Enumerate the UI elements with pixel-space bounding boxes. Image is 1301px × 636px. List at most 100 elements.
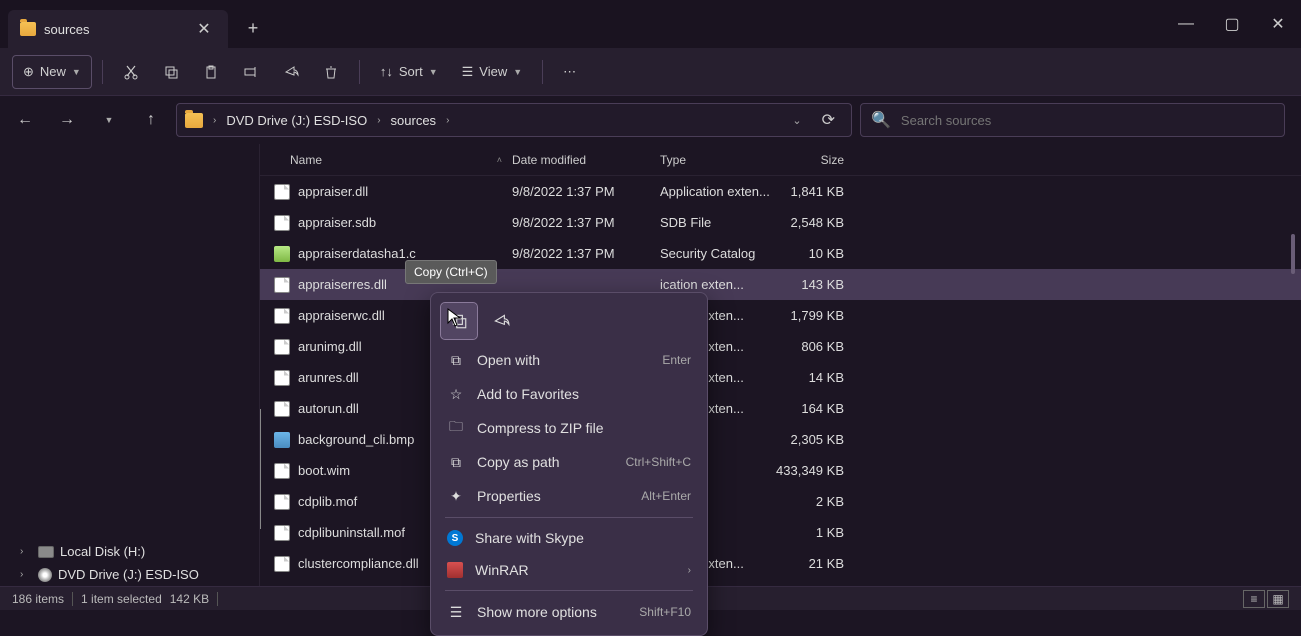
- tab-close-button[interactable]: ✕: [192, 19, 216, 39]
- refresh-button[interactable]: ⟳: [814, 110, 843, 130]
- context-item-winrar[interactable]: WinRAR›: [437, 554, 701, 586]
- scrollbar[interactable]: [1291, 234, 1295, 274]
- new-tab-button[interactable]: +: [236, 11, 270, 45]
- address-dropdown[interactable]: ⌄: [784, 114, 809, 127]
- context-item-show-more-options[interactable]: ☰Show more optionsShift+F10: [437, 595, 701, 629]
- file-size: 143 KB: [774, 277, 854, 292]
- navbar: ← → ▼ ↑ › DVD Drive (J:) ESD-ISO › sourc…: [0, 96, 1301, 144]
- separator: [445, 517, 693, 518]
- file-name: appraiserres.dll: [298, 277, 387, 292]
- file-type: ication exten...: [660, 277, 774, 292]
- file-name: appraiser.sdb: [298, 215, 376, 230]
- context-copy-button[interactable]: [441, 303, 477, 339]
- delete-button[interactable]: [313, 55, 349, 89]
- chevron-down-icon: ▼: [429, 67, 438, 77]
- file-row[interactable]: appraiser.sdb9/8/2022 1:37 PMSDB File2,5…: [260, 207, 1301, 238]
- sort-button[interactable]: ↑↓ Sort ▼: [370, 55, 448, 89]
- file-row[interactable]: cdplib.mofF File2 KB: [260, 486, 1301, 517]
- file-name: autorun.dll: [298, 401, 359, 416]
- column-size-header[interactable]: Size: [774, 153, 854, 167]
- more-button[interactable]: ⋯: [553, 55, 586, 89]
- column-name-header[interactable]: Name˄: [260, 153, 512, 167]
- file-row[interactable]: clustercompliance.dllication exten...21 …: [260, 548, 1301, 579]
- context-item-compress-to-zip-file[interactable]: 🗀Compress to ZIP file: [437, 411, 701, 445]
- context-menu: ⧉Open withEnter ☆ Add to Favorites 🗀Compres…: [430, 292, 708, 636]
- file-icon: [274, 494, 290, 510]
- column-type-header[interactable]: Type: [660, 153, 774, 167]
- context-item-open-with[interactable]: ⧉Open withEnter: [437, 343, 701, 377]
- file-icon: [274, 246, 290, 262]
- breadcrumb-folder[interactable]: sources: [387, 111, 441, 130]
- back-button[interactable]: ←: [8, 103, 42, 137]
- shortcut-label: Ctrl+Shift+C: [626, 455, 691, 469]
- trash-icon: [323, 64, 339, 80]
- file-icon: [274, 463, 290, 479]
- file-size: 21 KB: [774, 556, 854, 571]
- context-item-label: Compress to ZIP file: [477, 420, 604, 436]
- chevron-right-icon: ›: [375, 115, 382, 126]
- rename-button[interactable]: [233, 55, 269, 89]
- maximize-button[interactable]: ▢: [1209, 8, 1255, 40]
- context-item-label: Properties: [477, 488, 541, 504]
- address-bar[interactable]: › DVD Drive (J:) ESD-ISO › sources › ⌄ ⟳: [176, 103, 852, 137]
- rename-icon: [243, 64, 259, 80]
- file-size: 433,349 KB: [774, 463, 854, 478]
- new-button[interactable]: ⊕ New ▼: [12, 55, 92, 89]
- file-name: boot.wim: [298, 463, 350, 478]
- file-row[interactable]: appraiser.dll9/8/2022 1:37 PMApplication…: [260, 176, 1301, 207]
- file-type: Security Catalog: [660, 246, 774, 261]
- file-row[interactable]: boot.wimFile433,349 KB: [260, 455, 1301, 486]
- context-item-label: Open with: [477, 352, 540, 368]
- column-date-header[interactable]: Date modified: [512, 153, 660, 167]
- star-icon: ☆: [447, 385, 465, 403]
- scroll-indicator: [260, 409, 261, 529]
- file-row[interactable]: appraiserwc.dllication exten...1,799 KB: [260, 300, 1301, 331]
- context-item-share-with-skype[interactable]: SShare with Skype: [437, 522, 701, 554]
- minimize-button[interactable]: —: [1163, 8, 1209, 40]
- context-item-add-to-favorites[interactable]: ☆ Add to Favorites: [437, 377, 701, 411]
- file-size: 2,548 KB: [774, 215, 854, 230]
- file-row[interactable]: arunimg.dllication exten...806 KB: [260, 331, 1301, 362]
- file-type: Application exten...: [660, 184, 774, 199]
- file-row[interactable]: arunres.dllication exten...14 KB: [260, 362, 1301, 393]
- file-icon: [274, 277, 290, 293]
- details-view-button[interactable]: ≡: [1243, 590, 1265, 608]
- window-tab[interactable]: sources ✕: [8, 10, 228, 48]
- file-size: 1,799 KB: [774, 308, 854, 323]
- chevron-right-icon[interactable]: ›: [20, 546, 32, 557]
- titlebar: sources ✕ + — ▢ ✕: [0, 0, 1301, 48]
- context-item-label: Add to Favorites: [477, 386, 579, 402]
- file-icon: [274, 401, 290, 417]
- chevron-right-icon: ›: [211, 115, 218, 126]
- context-share-button[interactable]: [483, 303, 519, 339]
- winrar-icon: [447, 562, 463, 578]
- cut-icon: [123, 64, 139, 80]
- search-box[interactable]: 🔍: [860, 103, 1285, 137]
- file-name: arunimg.dll: [298, 339, 362, 354]
- cut-button[interactable]: [113, 55, 149, 89]
- file-date: 9/8/2022 1:37 PM: [512, 184, 660, 199]
- context-item-label: WinRAR: [475, 562, 529, 578]
- view-button[interactable]: ☰ View ▼: [452, 55, 533, 89]
- file-size: 806 KB: [774, 339, 854, 354]
- folder-icon: [20, 22, 36, 36]
- chevron-right-icon[interactable]: ›: [20, 569, 32, 580]
- recent-button[interactable]: ▼: [92, 103, 126, 137]
- file-row[interactable]: autorun.dllication exten...164 KB: [260, 393, 1301, 424]
- copy-button[interactable]: [153, 55, 189, 89]
- share-button[interactable]: [273, 55, 309, 89]
- close-button[interactable]: ✕: [1255, 8, 1301, 40]
- file-row[interactable]: background_cli.bmpFile2,305 KB: [260, 424, 1301, 455]
- context-item-copy-as-path[interactable]: ⧉Copy as pathCtrl+Shift+C: [437, 445, 701, 479]
- paste-button[interactable]: [193, 55, 229, 89]
- breadcrumb-drive[interactable]: DVD Drive (J:) ESD-ISO: [222, 111, 371, 130]
- plus-icon: ⊕: [23, 64, 34, 80]
- file-type: SDB File: [660, 215, 774, 230]
- forward-button[interactable]: →: [50, 103, 84, 137]
- file-row[interactable]: cdplibuninstall.mofF File1 KB: [260, 517, 1301, 548]
- up-button[interactable]: ↑: [134, 103, 168, 137]
- thumbnails-view-button[interactable]: ▦: [1267, 590, 1289, 608]
- context-item-properties[interactable]: ✦PropertiesAlt+Enter: [437, 479, 701, 513]
- file-content-area: Name˄ Date modified Type Size appraiser.…: [260, 144, 1301, 586]
- search-input[interactable]: [901, 113, 1274, 128]
